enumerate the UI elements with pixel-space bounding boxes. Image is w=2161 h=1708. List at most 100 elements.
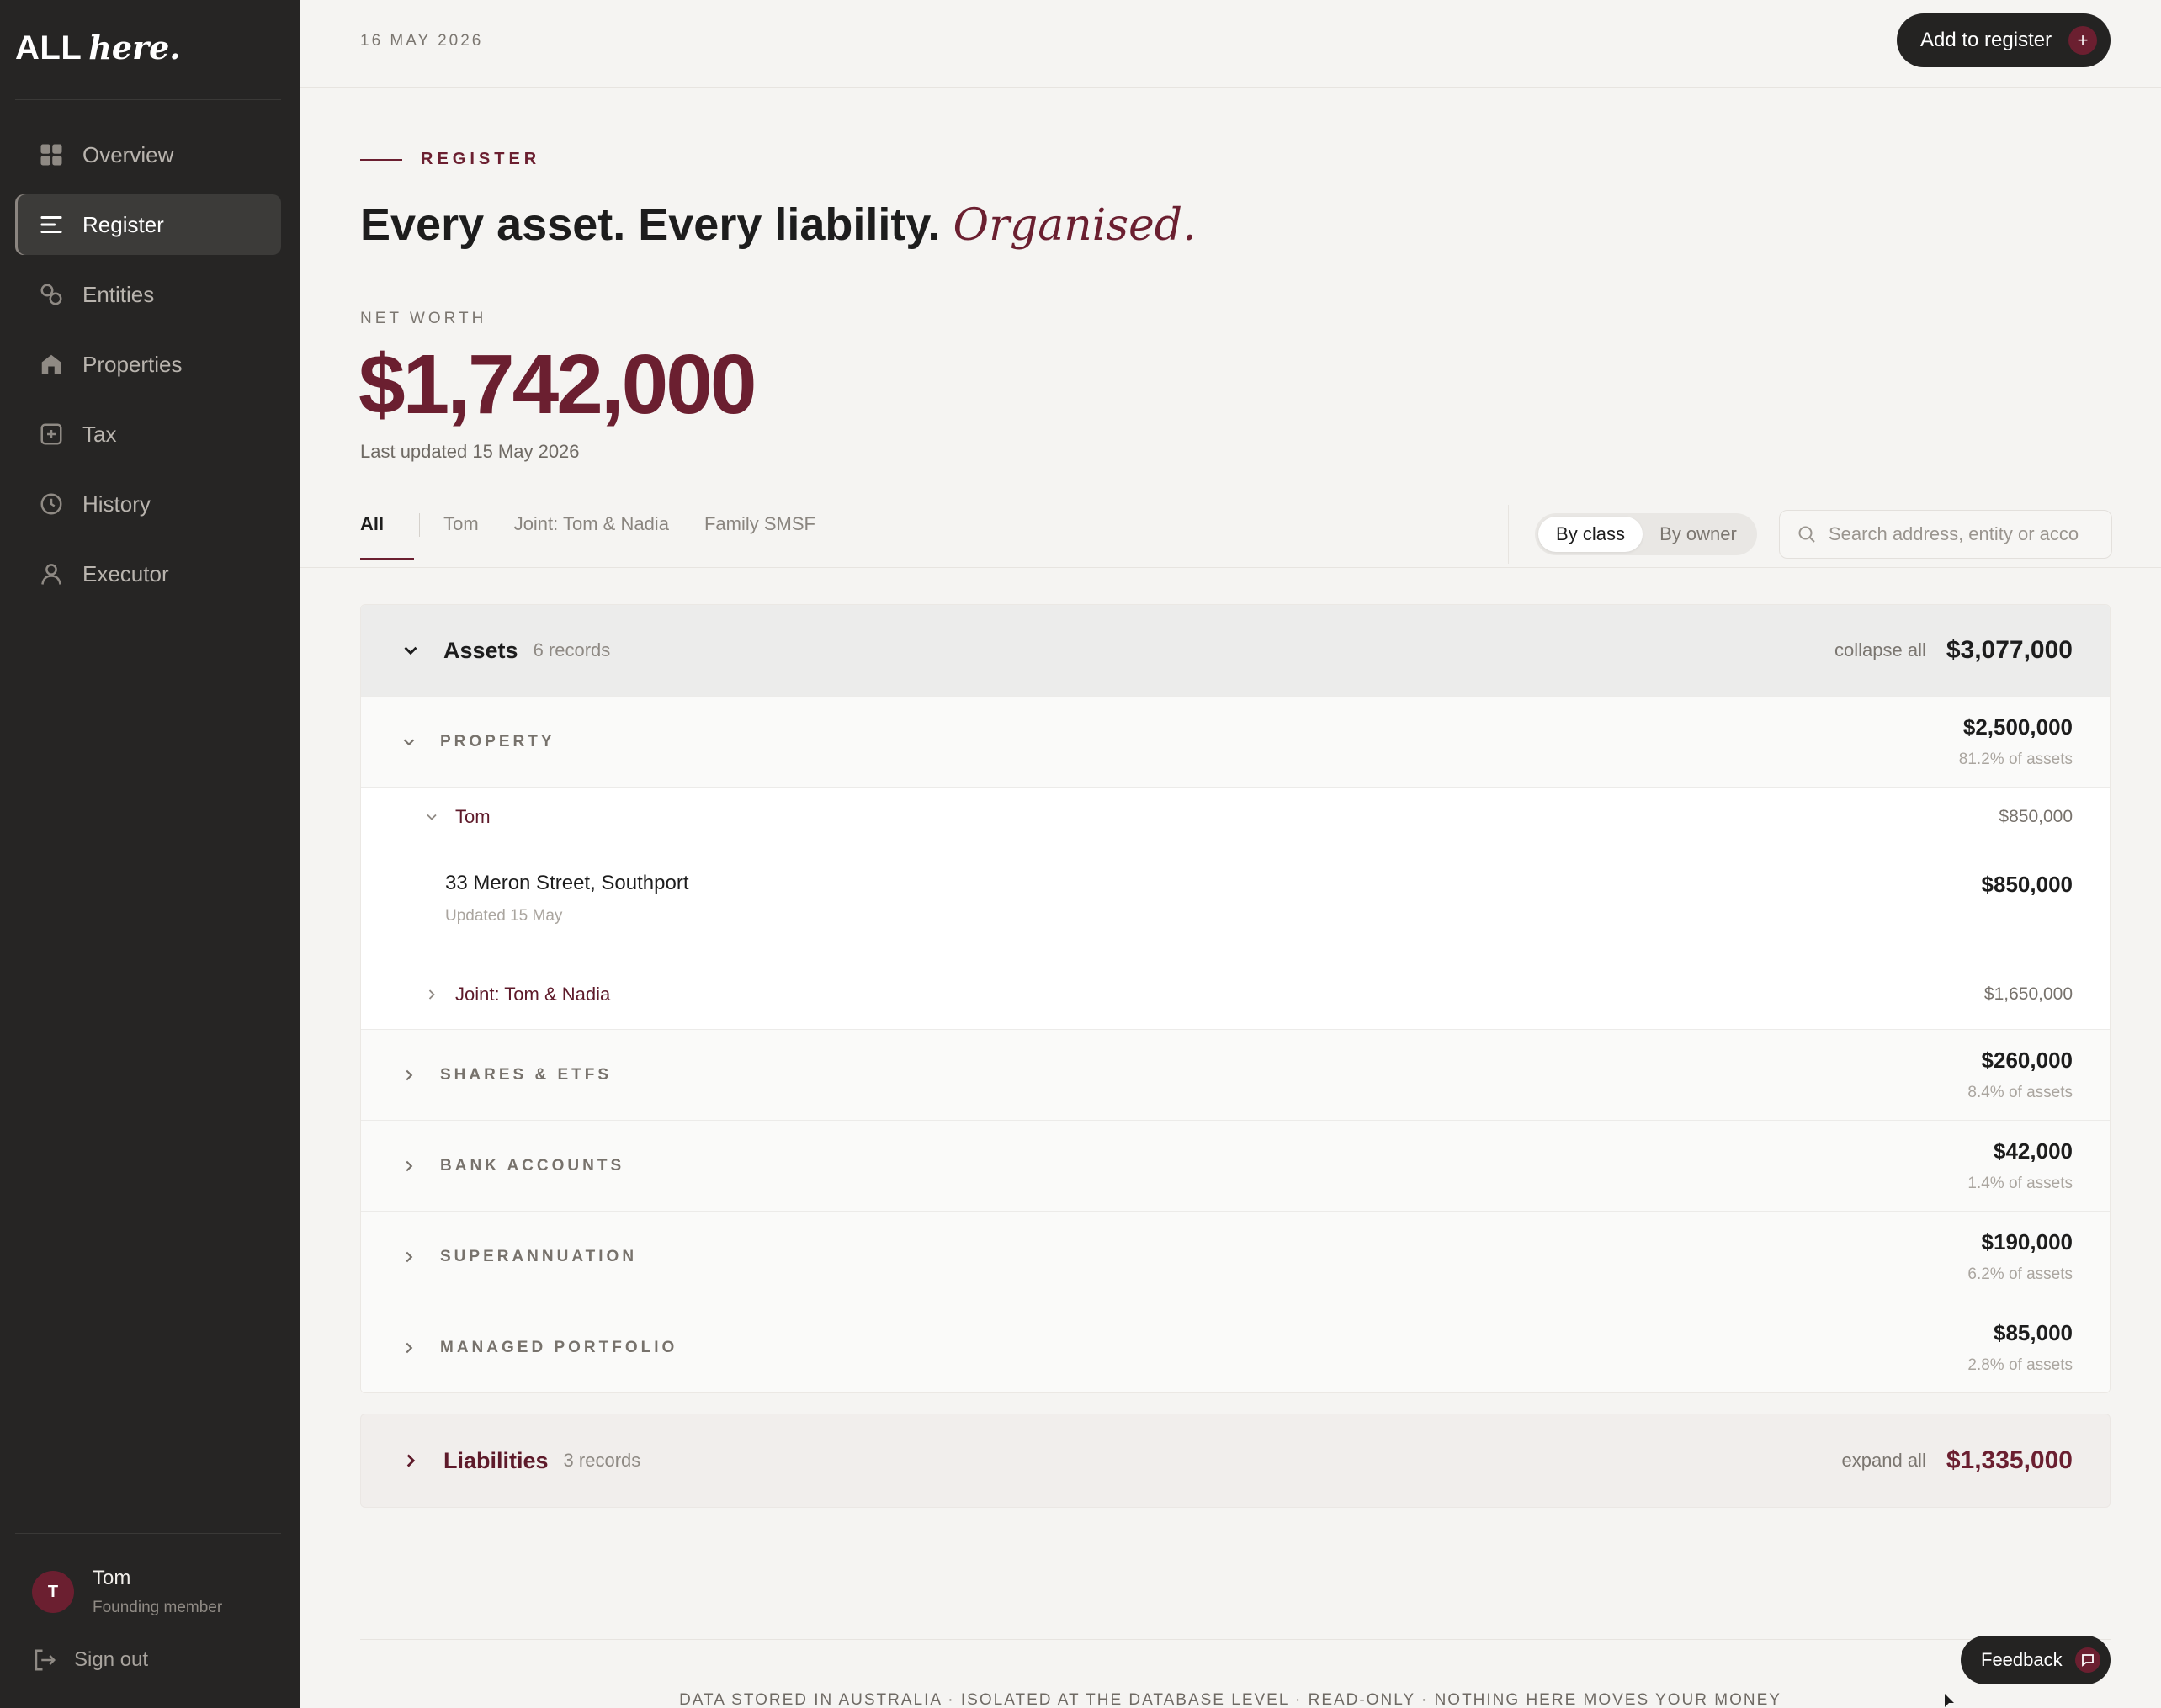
class-label: BANK ACCOUNTS bbox=[440, 1156, 625, 1175]
sidebar-nav: Overview Register Entities Properties Ta… bbox=[15, 125, 281, 613]
eyebrow-rule bbox=[360, 158, 402, 161]
sidebar-item-overview[interactable]: Overview bbox=[15, 125, 281, 185]
clock-icon bbox=[39, 491, 64, 517]
entities-icon bbox=[39, 282, 64, 307]
sidebar-item-executor[interactable]: Executor bbox=[15, 544, 281, 604]
sidebar-item-entities[interactable]: Entities bbox=[15, 264, 281, 325]
page-title-accent: Organised. bbox=[953, 200, 1197, 251]
main-content: 16 MAY 2026 Add to register + REGISTER E… bbox=[300, 0, 2161, 1708]
class-share: 1.4% of assets bbox=[1967, 1175, 2073, 1192]
class-row-managed-portfolio[interactable]: MANAGED PORTFOLIO $85,000 2.8% of assets bbox=[361, 1302, 2110, 1392]
sidebar-item-label: Entities bbox=[82, 281, 155, 307]
brand-name-script: here. bbox=[88, 29, 181, 66]
tab-tom[interactable]: Tom bbox=[443, 513, 479, 560]
chat-icon bbox=[2075, 1647, 2100, 1673]
last-updated: Last updated 15 May 2026 bbox=[360, 441, 580, 462]
plus-icon: + bbox=[2068, 26, 2097, 55]
by-class-button[interactable]: By class bbox=[1538, 517, 1643, 552]
class-row-superannuation[interactable]: SUPERANNUATION $190,000 6.2% of assets bbox=[361, 1211, 2110, 1302]
class-value: $42,000 bbox=[1994, 1138, 2073, 1164]
sidebar-item-label: Overview bbox=[82, 141, 174, 167]
feedback-label: Feedback bbox=[1981, 1649, 2063, 1670]
person-icon bbox=[39, 561, 64, 586]
sidebar: ALL here. Overview Register Entities Pro… bbox=[0, 0, 300, 1708]
footer-notice: DATA STORED IN AUSTRALIA · ISOLATED AT T… bbox=[679, 1691, 1781, 1708]
chevron-right-icon bbox=[406, 1251, 413, 1262]
class-label: SHARES & ETFS bbox=[440, 1065, 613, 1084]
tab-family-smsf[interactable]: Family SMSF bbox=[704, 513, 815, 560]
liabilities-count: 3 records bbox=[563, 1450, 641, 1471]
owner-amount: $850,000 bbox=[1999, 806, 2073, 826]
search-input[interactable] bbox=[1829, 523, 2081, 545]
tab-separator bbox=[419, 513, 421, 537]
user-name: Tom bbox=[93, 1567, 131, 1589]
brand-logo[interactable]: ALL here. bbox=[15, 29, 181, 71]
owner-row-tom[interactable]: Tom $850,000 bbox=[361, 787, 2110, 846]
assets-count: 6 records bbox=[533, 639, 611, 660]
tab-all[interactable]: All bbox=[360, 513, 415, 560]
add-to-register-label: Add to register bbox=[1920, 29, 2052, 51]
toolbar-divider bbox=[1508, 505, 1509, 564]
class-amount: $260,000 8.4% of assets bbox=[1967, 1048, 2073, 1102]
liabilities-section: Liabilities 3 records expand all $1,335,… bbox=[360, 1414, 2111, 1508]
sidebar-item-history[interactable]: History bbox=[15, 474, 281, 534]
sign-out-button[interactable]: Sign out bbox=[32, 1647, 148, 1673]
assets-header[interactable]: Assets 6 records collapse all $3,077,000 bbox=[361, 605, 2110, 696]
class-amount: $2,500,000 81.2% of assets bbox=[1959, 714, 2073, 769]
assets-title: Assets bbox=[443, 637, 518, 663]
liabilities-total: $1,335,000 bbox=[1946, 1446, 2073, 1474]
asset-item-updated: Updated 15 May bbox=[445, 907, 563, 925]
sign-out-icon bbox=[35, 1649, 56, 1671]
chevron-right-icon bbox=[428, 989, 435, 1000]
liabilities-title: Liabilities bbox=[443, 1447, 549, 1473]
asset-item-row[interactable]: 33 Meron Street, Southport Updated 15 Ma… bbox=[361, 846, 2110, 960]
owner-label: Joint: Tom & Nadia bbox=[455, 984, 611, 1005]
class-share: 6.2% of assets bbox=[1967, 1265, 2073, 1283]
by-owner-button[interactable]: By owner bbox=[1643, 517, 1754, 552]
chevron-down-icon bbox=[404, 646, 417, 655]
search-icon bbox=[1798, 526, 1815, 543]
search-box bbox=[1779, 510, 2112, 559]
class-amount: $190,000 6.2% of assets bbox=[1967, 1229, 2073, 1284]
section-eyebrow: REGISTER bbox=[360, 150, 540, 169]
home-icon bbox=[39, 352, 64, 377]
class-label: PROPERTY bbox=[440, 732, 555, 751]
plus-square-icon bbox=[39, 422, 64, 447]
sidebar-item-label: Register bbox=[82, 211, 164, 237]
owner-row-joint-tom-nadia[interactable]: Joint: Tom & Nadia $1,650,000 bbox=[361, 960, 2110, 1029]
add-to-register-button[interactable]: Add to register + bbox=[1897, 13, 2111, 67]
feedback-button[interactable]: Feedback bbox=[1961, 1636, 2111, 1684]
mouse-cursor-icon bbox=[1945, 1694, 1954, 1707]
brand-name: ALL bbox=[15, 29, 82, 66]
avatar: T bbox=[32, 1571, 74, 1613]
page-title: Every asset. Every liability. Organised. bbox=[360, 199, 1197, 251]
sidebar-item-label: History bbox=[82, 491, 151, 517]
chevron-right-icon bbox=[406, 1160, 413, 1171]
sidebar-item-tax[interactable]: Tax bbox=[15, 404, 281, 464]
liabilities-header[interactable]: Liabilities 3 records expand all $1,335,… bbox=[361, 1414, 2110, 1507]
class-row-shares-etfs[interactable]: SHARES & ETFS $260,000 8.4% of assets bbox=[361, 1029, 2110, 1120]
view-mode-toggle: By class By owner bbox=[1535, 513, 1757, 555]
assets-section: Assets 6 records collapse all $3,077,000… bbox=[360, 604, 2111, 1393]
chevron-down-icon bbox=[427, 814, 437, 820]
owner-tabs: All Tom Joint: Tom & Nadia Family SMSF bbox=[360, 513, 851, 564]
class-row-bank-accounts[interactable]: BANK ACCOUNTS $42,000 1.4% of assets bbox=[361, 1120, 2110, 1211]
net-worth-label: NET WORTH bbox=[360, 310, 487, 327]
chevron-right-icon bbox=[406, 1454, 416, 1467]
sidebar-item-label: Tax bbox=[82, 421, 117, 447]
tab-joint-tom-nadia[interactable]: Joint: Tom & Nadia bbox=[514, 513, 669, 560]
class-row-property[interactable]: PROPERTY $2,500,000 81.2% of assets bbox=[361, 696, 2110, 787]
expand-all-button[interactable]: expand all bbox=[1842, 1450, 1926, 1472]
class-share: 81.2% of assets bbox=[1958, 751, 2073, 768]
user-profile[interactable]: T Tom Founding member bbox=[32, 1567, 222, 1617]
grid-icon bbox=[39, 142, 64, 167]
eyebrow-text: REGISTER bbox=[421, 150, 541, 168]
page-title-main: Every asset. Every liability. bbox=[360, 199, 941, 250]
sidebar-item-register[interactable]: Register bbox=[15, 194, 281, 255]
collapse-all-button[interactable]: collapse all bbox=[1834, 639, 1926, 661]
assets-total: $3,077,000 bbox=[1946, 636, 2073, 664]
asset-item-name: 33 Meron Street, Southport bbox=[445, 872, 689, 894]
sidebar-item-properties[interactable]: Properties bbox=[15, 334, 281, 395]
sidebar-divider bbox=[15, 1533, 281, 1534]
current-date: 16 MAY 2026 bbox=[360, 32, 484, 50]
